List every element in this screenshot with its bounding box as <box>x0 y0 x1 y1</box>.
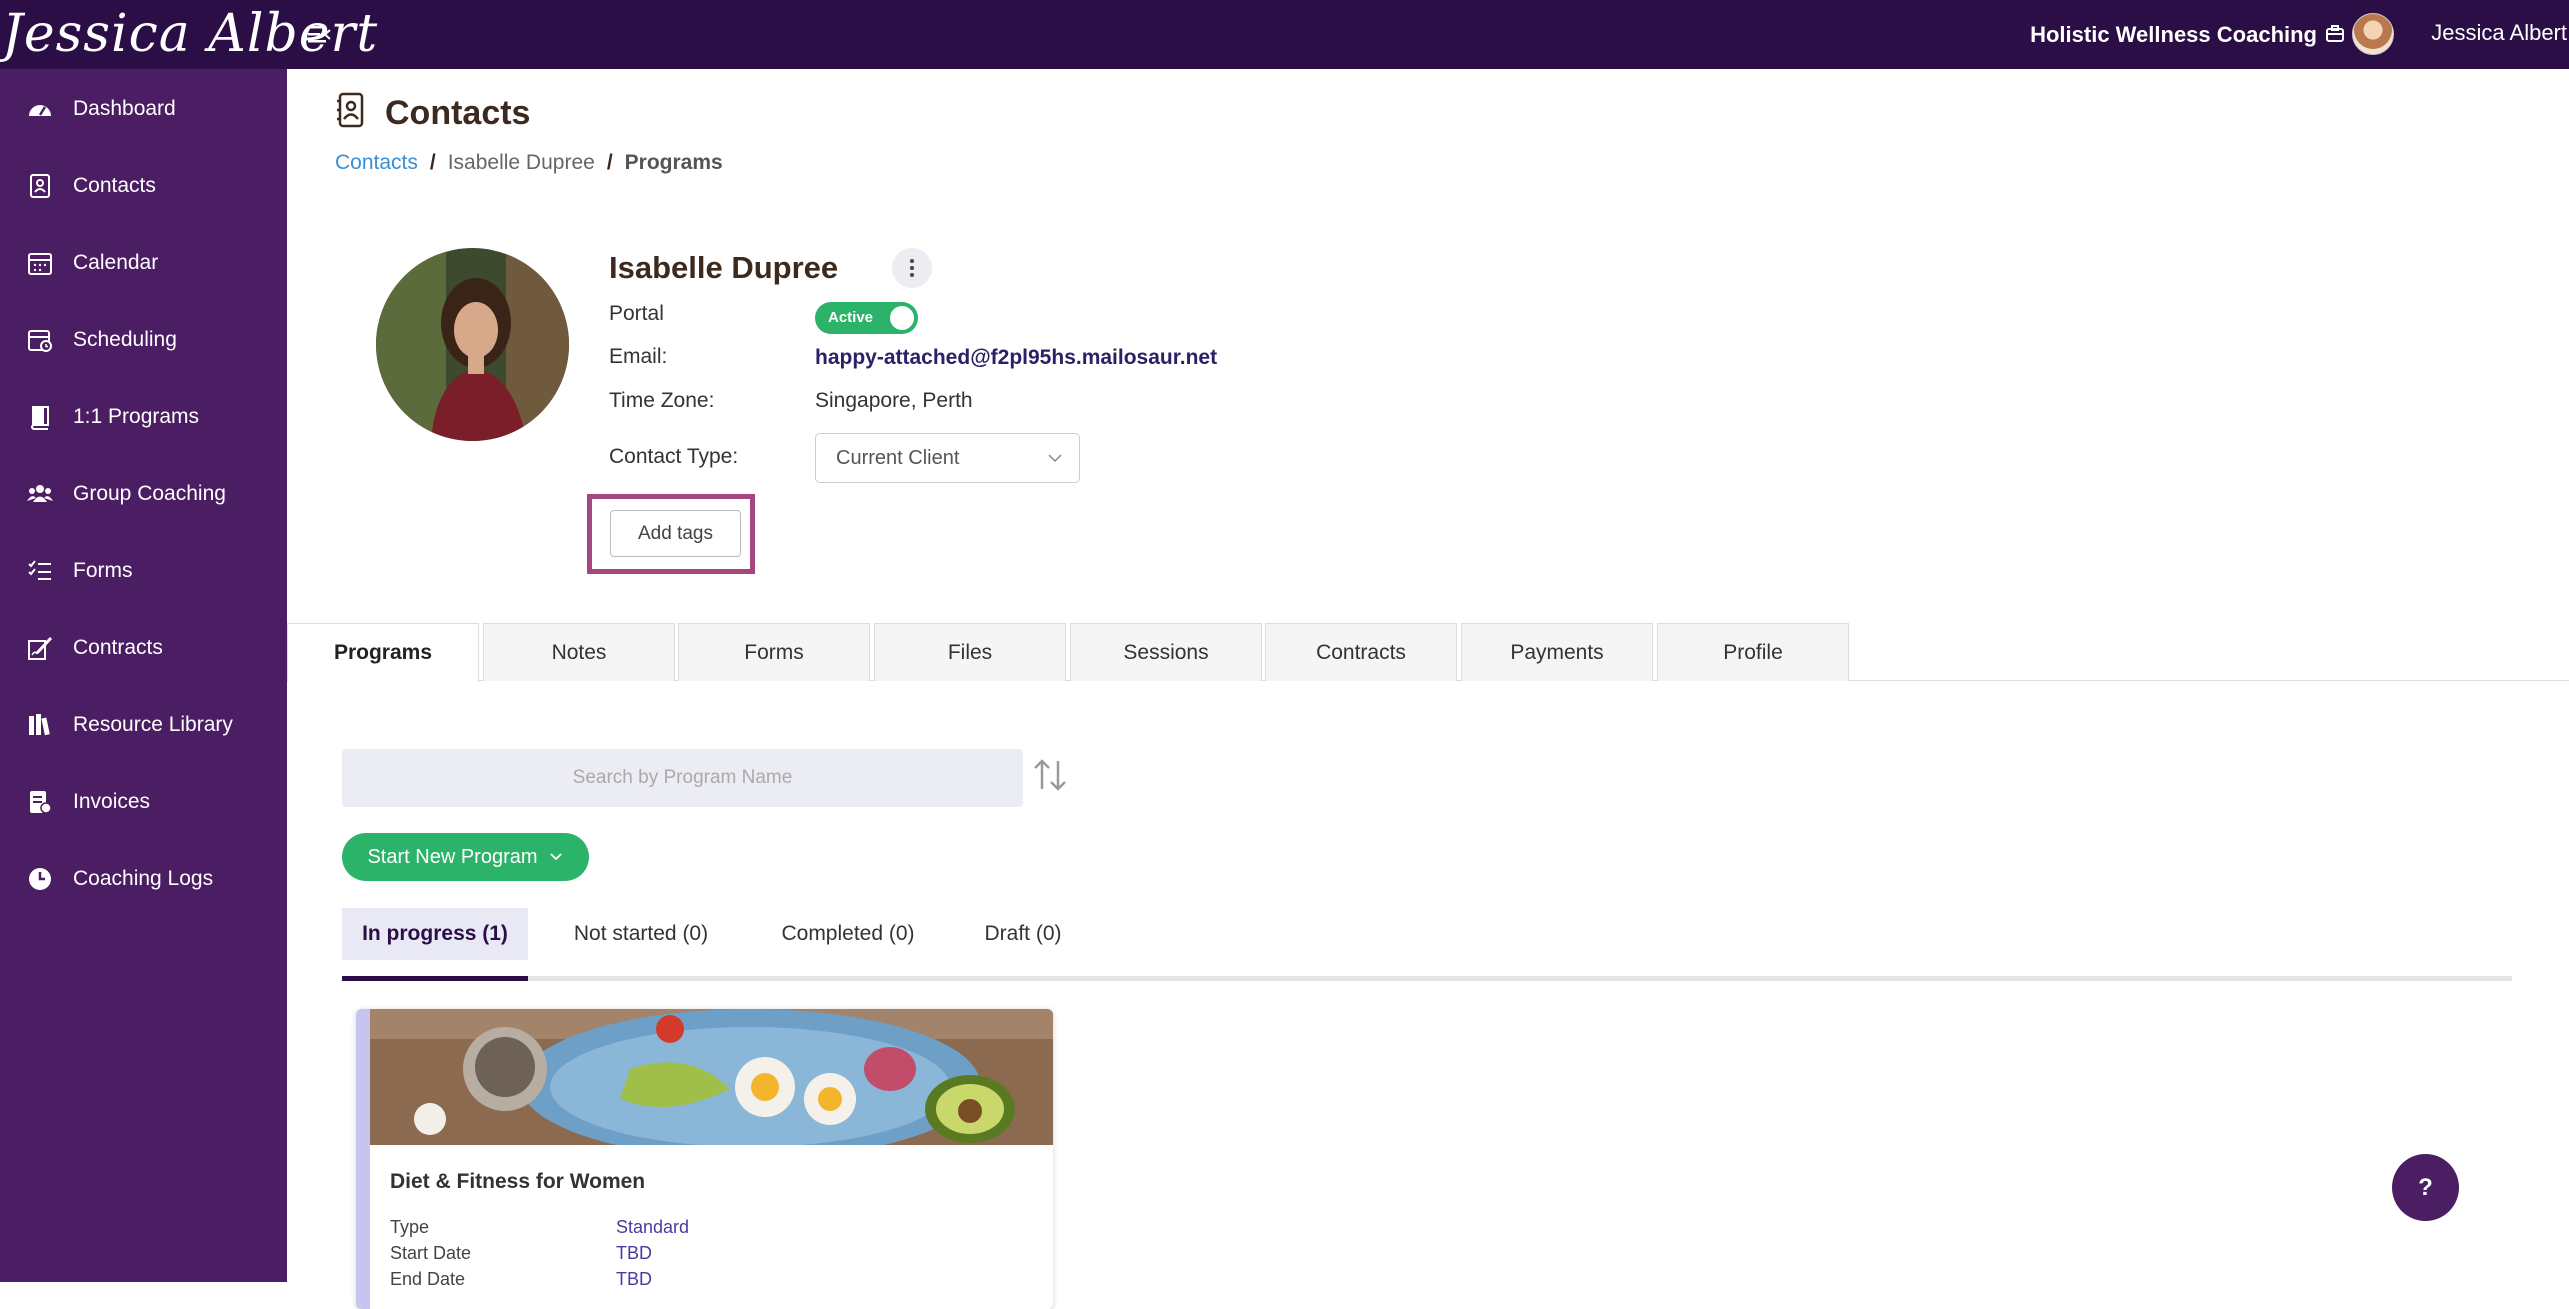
breadcrumb-contact-name[interactable]: Isabelle Dupree <box>448 151 595 174</box>
tab-contracts[interactable]: Contracts <box>1265 623 1457 681</box>
page-title: Contacts <box>385 94 531 132</box>
portal-status: Active <box>828 309 874 326</box>
portal-label: Portal <box>609 302 664 325</box>
sidebar-item-label: Group Coaching <box>73 482 226 505</box>
portal-toggle[interactable]: Active <box>815 302 918 334</box>
sidebar-item-resource-library[interactable]: Resource Library <box>0 695 287 755</box>
sort-icon[interactable] <box>1030 757 1070 793</box>
sidebar-item-scheduling[interactable]: Scheduling <box>0 310 287 370</box>
sidebar-item-programs[interactable]: 1:1 Programs <box>0 387 287 447</box>
sidebar-item-invoices[interactable]: Invoices <box>0 772 287 832</box>
breadcrumb-current: Programs <box>624 151 723 174</box>
contact-type-select[interactable]: Current Client <box>815 433 1080 483</box>
program-start-label: Start Date <box>390 1243 472 1263</box>
sidebar-item-label: Contracts <box>73 636 163 659</box>
sidebar-item-dashboard[interactable]: Dashboard <box>0 79 287 139</box>
invoice-icon <box>30 791 52 814</box>
sidebar-item-label: 1:1 Programs <box>73 405 200 428</box>
subtab-active-indicator <box>342 976 528 981</box>
avatar[interactable] <box>2352 13 2394 55</box>
tab-sessions[interactable]: Sessions <box>1070 623 1262 681</box>
dashboard-icon <box>29 105 51 116</box>
subtab-track <box>342 976 2512 981</box>
subtab-draft[interactable]: Draft (0) <box>962 908 1084 960</box>
sidebar-item-label: Dashboard <box>73 97 176 120</box>
program-cover-image <box>370 1009 1053 1145</box>
sidebar-item-label: Coaching Logs <box>73 867 214 890</box>
contact-type-value: Current Client <box>836 447 960 469</box>
calendar-icon <box>28 253 52 275</box>
program-end-label: End Date <box>390 1269 466 1289</box>
sidebar-item-coaching-logs[interactable]: Coaching Logs <box>0 849 287 909</box>
contact-name: Isabelle Dupree <box>609 250 839 285</box>
user-name[interactable]: Jessica Albert <box>2431 20 2567 46</box>
sidebar-item-label: Contacts <box>73 174 156 197</box>
org-name[interactable]: Holistic Wellness Coaching <box>2030 22 2317 48</box>
tab-notes[interactable]: Notes <box>483 623 675 681</box>
tab-files[interactable]: Files <box>874 623 1066 681</box>
email-label: Email: <box>609 345 668 368</box>
timezone-label: Time Zone: <box>609 389 715 412</box>
contact-type-label: Contact Type: <box>609 445 739 468</box>
sidebar-item-label: Scheduling <box>73 328 177 351</box>
program-title[interactable]: Diet & Fitness for Women <box>390 1170 645 1194</box>
sidebar-item-group-coaching[interactable]: Group Coaching <box>0 464 287 524</box>
program-search-input[interactable] <box>342 749 1023 807</box>
group-icon <box>27 485 53 502</box>
program-start-value: TBD <box>616 1243 652 1263</box>
contact-photo <box>376 248 569 441</box>
sidebar-item-contacts[interactable]: Contacts <box>0 156 287 216</box>
program-card[interactable]: Diet & Fitness for Women Type Standard S… <box>356 1009 1053 1309</box>
breadcrumb-contacts-link[interactable]: Contacts <box>335 151 418 174</box>
sidebar-item-forms[interactable]: Forms <box>0 541 287 601</box>
sidebar-item-label: Resource Library <box>73 713 233 736</box>
book-icon <box>31 406 49 430</box>
sidebar-item-label: Invoices <box>73 790 151 813</box>
breadcrumb-separator: / <box>429 151 436 174</box>
briefcase-icon[interactable] <box>2325 24 2345 44</box>
subtab-in-progress[interactable]: In progress (1) <box>342 908 528 960</box>
start-new-program-button[interactable]: Start New Program <box>342 833 589 881</box>
subtab-completed[interactable]: Completed (0) <box>755 908 941 960</box>
library-icon <box>29 714 50 736</box>
program-type-label: Type <box>390 1217 430 1237</box>
program-type-value: Standard <box>616 1217 690 1237</box>
sidebar-item-contracts[interactable]: Contracts <box>0 618 287 678</box>
chevron-down-icon <box>1048 454 1062 463</box>
sidebar-item-label: Calendar <box>73 251 159 274</box>
timezone-value: Singapore, Perth <box>815 389 973 412</box>
checklist-icon <box>28 560 51 580</box>
email-value[interactable]: happy-attached@f2pl95hs.mailosaur.net <box>815 346 1217 370</box>
program-end-value: TBD <box>616 1269 652 1289</box>
contacts-icon <box>337 92 364 128</box>
chevron-down-icon <box>549 853 562 861</box>
scheduling-icon <box>28 330 52 352</box>
add-tags-button[interactable]: Add tags <box>610 510 741 557</box>
sidebar-item-calendar[interactable]: Calendar <box>0 233 287 293</box>
signature-icon <box>28 636 53 660</box>
top-bar: Jessica Albert Holistic Wellness Coachin… <box>0 0 2569 69</box>
tab-forms[interactable]: Forms <box>678 623 870 681</box>
start-new-program-label: Start New Program <box>367 845 538 868</box>
clock-icon <box>29 868 51 890</box>
sidebar-item-label: Forms <box>73 559 133 582</box>
help-button[interactable]: ? <box>2392 1154 2459 1221</box>
breadcrumb-separator: / <box>606 151 613 174</box>
subtab-not-started[interactable]: Not started (0) <box>548 908 734 960</box>
tab-profile[interactable]: Profile <box>1657 623 1849 681</box>
tab-programs[interactable]: Programs <box>287 623 479 682</box>
menu-toggle-icon[interactable] <box>306 22 332 48</box>
breadcrumb: Contacts / Isabelle Dupree / Programs <box>335 151 723 175</box>
contacts-icon <box>30 174 50 198</box>
sidebar: Dashboard Contacts Calendar Scheduling 1… <box>0 69 287 1282</box>
toggle-knob <box>890 306 914 330</box>
more-options-icon[interactable] <box>892 248 932 288</box>
tab-payments[interactable]: Payments <box>1461 623 1653 681</box>
